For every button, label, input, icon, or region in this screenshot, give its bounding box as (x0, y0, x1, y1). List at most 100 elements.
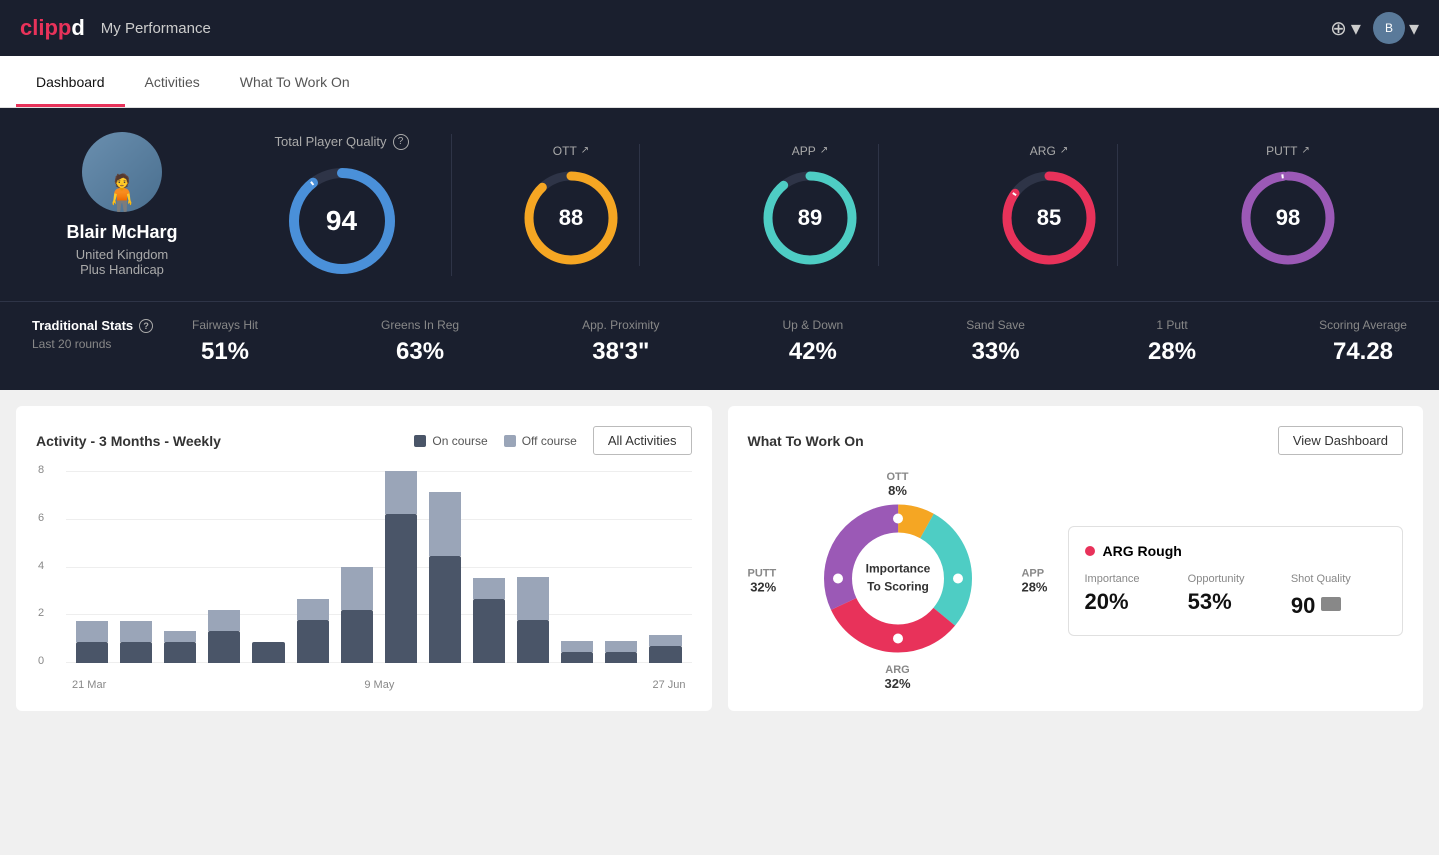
hero-top: 🧍 Blair McHarg United Kingdom Plus Handi… (32, 132, 1407, 277)
stat-info: Traditional Stats ? Last 20 rounds (32, 318, 192, 366)
bar-off-12 (605, 641, 637, 652)
activity-header-right: On course Off course All Activities (414, 426, 691, 455)
add-button[interactable]: ⊕ ▾ (1330, 16, 1361, 41)
player-info: 🧍 Blair McHarg United Kingdom Plus Handi… (32, 132, 232, 277)
bar-on-6 (341, 610, 373, 663)
logo: clippd (20, 15, 85, 41)
bar-on-12 (605, 652, 637, 663)
donut-svg-container: Importance To Scoring (818, 499, 978, 664)
info-panel-title: ARG Rough (1085, 543, 1387, 559)
bar-group-7 (381, 471, 421, 663)
bar-group-3 (204, 471, 244, 663)
header: clippd My Performance ⊕ ▾ B ▾ (0, 0, 1439, 56)
arg-label: ARG ↗ (1030, 144, 1068, 158)
app-donut-label: APP 28% (1021, 568, 1047, 595)
info-grid: Importance 20% Opportunity 53% Shot Qual… (1085, 573, 1387, 619)
stat-sand: Sand Save 33% (966, 318, 1025, 366)
header-right: ⊕ ▾ B ▾ (1330, 12, 1419, 44)
player-figure-icon: 🧍 (97, 176, 147, 212)
plus-circle-icon: ⊕ (1330, 16, 1347, 41)
bar-on-3 (208, 631, 240, 663)
all-activities-button[interactable]: All Activities (593, 426, 692, 455)
stat-oneputt: 1 Putt 28% (1148, 318, 1196, 366)
tab-dashboard[interactable]: Dashboard (16, 56, 125, 107)
bar-stack-5 (297, 599, 329, 663)
putt-label: PUTT ↗ (1266, 144, 1310, 158)
app-arrow-icon: ↗ (820, 145, 828, 156)
player-handicap: Plus Handicap (80, 262, 164, 277)
arg-arrow-icon: ↗ (1060, 145, 1068, 156)
donut-wrapper: OTT 8% APP 28% ARG 32% PUTT 32% (748, 471, 1048, 691)
view-dashboard-button[interactable]: View Dashboard (1278, 426, 1403, 455)
logo-text: clippd (20, 15, 85, 41)
bar-group-8 (425, 471, 465, 663)
user-menu[interactable]: B ▾ (1373, 12, 1419, 44)
wtwo-header: What To Work On View Dashboard (748, 426, 1404, 455)
legend-on-dot (414, 435, 426, 447)
bar-stack-7 (385, 471, 417, 663)
bar-group-4 (248, 471, 288, 663)
x-label-may: 9 May (364, 679, 394, 691)
page-title: My Performance (101, 20, 211, 37)
bar-stack-8 (429, 492, 461, 663)
bar-on-9 (473, 599, 505, 663)
bar-on-11 (561, 652, 593, 663)
stat-proximity: App. Proximity 38'3" (582, 318, 659, 366)
info-opportunity: Opportunity 53% (1188, 573, 1283, 619)
info-panel: ARG Rough Importance 20% Opportunity 53%… (1068, 526, 1404, 636)
wtwo-title: What To Work On (748, 433, 864, 449)
legend-off-dot (504, 435, 516, 447)
tab-activities[interactable]: Activities (125, 56, 220, 107)
arg-score: 85 (1037, 205, 1061, 231)
bar-off-3 (208, 610, 240, 631)
bar-on-0 (76, 642, 108, 663)
arg-ring: 85 (1001, 170, 1097, 266)
x-label-jun: 27 Jun (652, 679, 685, 691)
ott-arrow-icon: ↗ (581, 145, 589, 156)
bar-stack-11 (561, 641, 593, 663)
bar-off-0 (76, 621, 108, 642)
tab-what-to-work-on[interactable]: What To Work On (220, 56, 370, 107)
bar-on-10 (517, 620, 549, 663)
bar-group-2 (160, 471, 200, 663)
x-label-mar: 21 Mar (72, 679, 106, 691)
bar-stack-13 (649, 635, 681, 663)
quality-info-icon[interactable]: ? (393, 134, 409, 150)
stat-greens: Greens In Reg 63% (381, 318, 459, 366)
stats-bar: Traditional Stats ? Last 20 rounds Fairw… (0, 301, 1439, 390)
app-ring: 89 (762, 170, 858, 266)
putt-ring: 98 (1240, 170, 1336, 266)
bar-off-7 (385, 471, 417, 514)
hero-section: 🧍 Blair McHarg United Kingdom Plus Handi… (0, 108, 1439, 301)
score-cards: OTT ↗ 88 APP ↗ (452, 144, 1407, 266)
bars-container (66, 471, 692, 663)
arg-donut-label: ARG 32% (884, 664, 910, 691)
stat-updown: Up & Down 42% (783, 318, 844, 366)
donut-center-line2: To Scoring (867, 580, 929, 594)
shot-quality-swatch (1321, 597, 1341, 611)
user-avatar: B (1373, 12, 1405, 44)
bar-group-11 (557, 471, 597, 663)
bar-on-7 (385, 514, 417, 663)
app-score: 89 (798, 205, 822, 231)
add-dropdown-arrow: ▾ (1351, 16, 1361, 41)
bar-off-5 (297, 599, 329, 620)
bar-on-13 (649, 646, 681, 663)
bar-group-1 (116, 471, 156, 663)
score-card-ott: OTT ↗ 88 (503, 144, 640, 266)
bar-on-8 (429, 556, 461, 663)
donut-center-line1: Importance (865, 562, 930, 576)
stats-info-icon[interactable]: ? (139, 319, 153, 333)
bar-off-9 (473, 578, 505, 599)
user-dropdown-arrow: ▾ (1409, 16, 1419, 41)
total-quality: Total Player Quality ? 94 (232, 134, 452, 276)
putt-donut-label: PUTT 32% (748, 568, 777, 595)
bar-group-13 (645, 471, 685, 663)
bar-stack-10 (517, 577, 549, 663)
ott-ring: 88 (523, 170, 619, 266)
activity-card-header: Activity - 3 Months - Weekly On course O… (36, 426, 692, 455)
bar-group-0 (72, 471, 112, 663)
donut-center-bg (854, 535, 942, 623)
bar-off-8 (429, 492, 461, 556)
info-importance: Importance 20% (1085, 573, 1180, 619)
